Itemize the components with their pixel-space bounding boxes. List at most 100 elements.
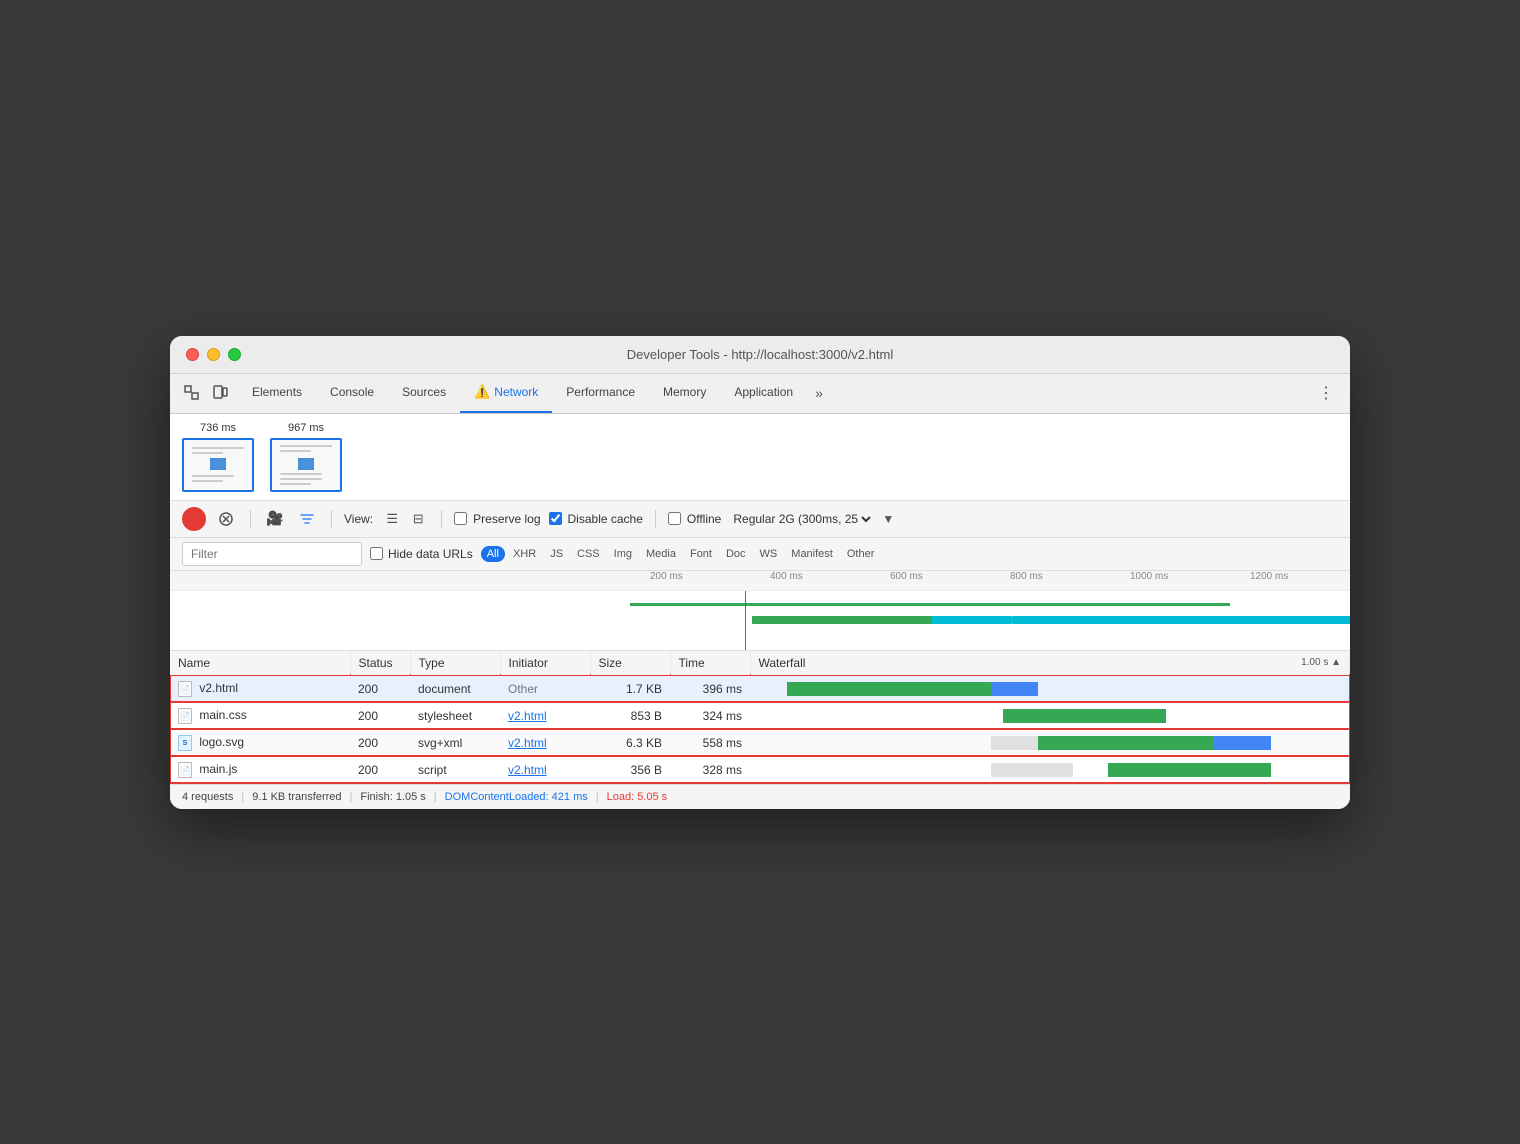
table-header-row: Name Status Type Initiator Size Time Wat… <box>170 651 1350 676</box>
col-header-waterfall[interactable]: Waterfall 1.00 s ▲ <box>750 651 1350 676</box>
table-row[interactable]: 📄 main.js 200 script v2.html 356 B 328 m… <box>170 756 1350 783</box>
cell-waterfall <box>750 675 1350 702</box>
record-button[interactable] <box>182 507 206 531</box>
col-header-status[interactable]: Status <box>350 651 410 676</box>
filter-input[interactable] <box>182 542 362 566</box>
waterfall-sort-icon: 1.00 s ▲ <box>1301 657 1341 668</box>
cell-time: 324 ms <box>670 702 750 729</box>
timeline-bars <box>630 591 1350 651</box>
status-divider-4: | <box>596 791 599 803</box>
cell-size: 356 B <box>590 756 670 783</box>
filmstrip-time-1: 736 ms <box>200 422 236 434</box>
tab-memory[interactable]: Memory <box>649 374 720 413</box>
cell-status: 200 <box>350 675 410 702</box>
minimize-button[interactable] <box>207 348 220 361</box>
col-header-time[interactable]: Time <box>670 651 750 676</box>
offline-checkbox[interactable] <box>668 512 681 525</box>
col-header-name[interactable]: Name <box>170 651 350 676</box>
maximize-button[interactable] <box>228 348 241 361</box>
filter-media-button[interactable]: Media <box>640 546 682 562</box>
devtools-menu-button[interactable]: ⋮ <box>1310 383 1342 403</box>
throttle-dropdown-arrow[interactable]: ▼ <box>882 512 894 526</box>
status-load: Load: 5.05 s <box>607 791 668 803</box>
inspect-element-button[interactable] <box>178 379 206 407</box>
filter-js-button[interactable]: JS <box>544 546 569 562</box>
ruler-600ms: 600 ms <box>890 571 923 582</box>
group-view-button[interactable]: ⊟ <box>407 508 429 530</box>
table-row[interactable]: S logo.svg 200 svg+xml v2.html 6.3 KB 55… <box>170 729 1350 756</box>
cell-name: 📄 v2.html <box>170 675 350 702</box>
wf-bar-green <box>787 682 991 696</box>
cell-waterfall <box>750 702 1350 729</box>
filter-other-button[interactable]: Other <box>841 546 881 562</box>
col-header-type[interactable]: Type <box>410 651 500 676</box>
filter-button[interactable] <box>295 507 319 531</box>
tab-application[interactable]: Application <box>720 374 807 413</box>
preserve-log-checkbox[interactable] <box>454 512 467 525</box>
close-button[interactable] <box>186 348 199 361</box>
tab-elements[interactable]: Elements <box>238 374 316 413</box>
filter-font-button[interactable]: Font <box>684 546 718 562</box>
clear-button[interactable] <box>214 507 238 531</box>
hide-data-urls-checkbox[interactable] <box>370 547 383 560</box>
cell-time: 328 ms <box>670 756 750 783</box>
tab-console[interactable]: Console <box>316 374 388 413</box>
ruler-1000ms: 1000 ms <box>1130 571 1168 582</box>
cell-name: 📄 main.js <box>170 756 350 783</box>
timeline-teal-bar-2 <box>1012 616 1350 624</box>
status-dom-content-loaded: DOMContentLoaded: 421 ms <box>445 791 588 803</box>
filter-ws-button[interactable]: WS <box>754 546 784 562</box>
cell-initiator: v2.html <box>500 756 590 783</box>
traffic-lights <box>186 348 241 361</box>
status-requests: 4 requests <box>182 791 233 803</box>
filmstrip-time-2: 967 ms <box>288 422 324 434</box>
wf-bar-green <box>1038 736 1213 750</box>
filmstrip-frame-1[interactable]: 736 ms <box>182 422 254 492</box>
warning-icon: ⚠️ <box>474 384 490 400</box>
status-divider-1: | <box>241 791 244 803</box>
filter-bar: Hide data URLs All XHR JS CSS Img Media … <box>170 538 1350 571</box>
disable-cache-checkbox[interactable] <box>549 512 562 525</box>
table-row[interactable]: 📄 v2.html 200 document Other 1.7 KB 396 … <box>170 675 1350 702</box>
tab-performance[interactable]: Performance <box>552 374 649 413</box>
col-header-size[interactable]: Size <box>590 651 670 676</box>
filter-img-button[interactable]: Img <box>608 546 638 562</box>
network-throttle-select[interactable]: Regular 2G (300ms, 25 <box>729 511 874 527</box>
ruler-1200ms: 1200 ms <box>1250 571 1288 582</box>
hide-data-urls-label: Hide data URLs <box>370 547 473 561</box>
camera-button[interactable]: 🎥 <box>263 507 287 531</box>
view-buttons: ☰ ⊟ <box>381 508 429 530</box>
status-divider-3: | <box>434 791 437 803</box>
filmstrip-frame-2[interactable]: 967 ms <box>270 422 342 492</box>
network-table-container: Name Status Type Initiator Size Time Wat… <box>170 651 1350 784</box>
timeline-green-bar <box>630 603 1230 606</box>
device-toolbar-button[interactable] <box>206 379 234 407</box>
status-finish: Finish: 1.05 s <box>360 791 425 803</box>
cell-status: 200 <box>350 729 410 756</box>
filter-type-buttons: All XHR JS CSS Img Media Font Doc WS Man… <box>481 546 881 562</box>
divider-1 <box>250 510 251 528</box>
ruler-200ms: 200 ms <box>650 571 683 582</box>
filter-manifest-button[interactable]: Manifest <box>785 546 839 562</box>
timeline-ruler: 200 ms 400 ms 600 ms 800 ms 1000 ms 1200… <box>170 571 1350 591</box>
filter-xhr-button[interactable]: XHR <box>507 546 542 562</box>
col-header-initiator[interactable]: Initiator <box>500 651 590 676</box>
filter-css-button[interactable]: CSS <box>571 546 606 562</box>
tab-sources[interactable]: Sources <box>388 374 460 413</box>
file-icon: 📄 <box>178 681 192 697</box>
more-tabs-button[interactable]: » <box>807 385 831 401</box>
cell-type: stylesheet <box>410 702 500 729</box>
table-row[interactable]: 📄 main.css 200 stylesheet v2.html 853 B … <box>170 702 1350 729</box>
tab-network[interactable]: ⚠️ Network <box>460 374 552 413</box>
wf-bar-green <box>1108 763 1271 777</box>
filter-all-button[interactable]: All <box>481 546 505 562</box>
status-bar: 4 requests | 9.1 KB transferred | Finish… <box>170 784 1350 809</box>
filmstrip-thumb-2 <box>270 438 342 492</box>
list-view-button[interactable]: ☰ <box>381 508 403 530</box>
ruler-400ms: 400 ms <box>770 571 803 582</box>
filter-doc-button[interactable]: Doc <box>720 546 752 562</box>
cell-type: script <box>410 756 500 783</box>
cell-size: 6.3 KB <box>590 729 670 756</box>
status-transferred: 9.1 KB transferred <box>252 791 341 803</box>
cell-name: 📄 main.css <box>170 702 350 729</box>
